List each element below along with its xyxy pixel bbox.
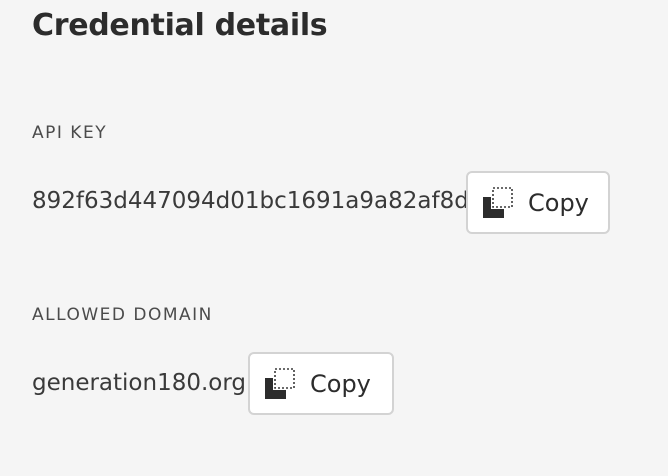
copy-api-key-label: Copy	[528, 189, 589, 217]
copy-icon	[482, 187, 516, 219]
copy-allowed-domain-button[interactable]: Copy	[248, 352, 394, 415]
allowed-domain-label: ALLOWED DOMAIN	[32, 305, 213, 325]
credential-details-panel: Credential details API KEY 892f63d447094…	[0, 0, 668, 476]
api-key-value: 892f63d447094d01bc1691a9a82af8d2	[32, 188, 484, 214]
allowed-domain-value: generation180.org	[32, 370, 247, 396]
api-key-label: API KEY	[32, 123, 108, 143]
copy-api-key-button[interactable]: Copy	[466, 171, 610, 234]
copy-icon	[264, 368, 298, 400]
page-title: Credential details	[32, 8, 328, 43]
copy-allowed-domain-label: Copy	[310, 370, 371, 398]
